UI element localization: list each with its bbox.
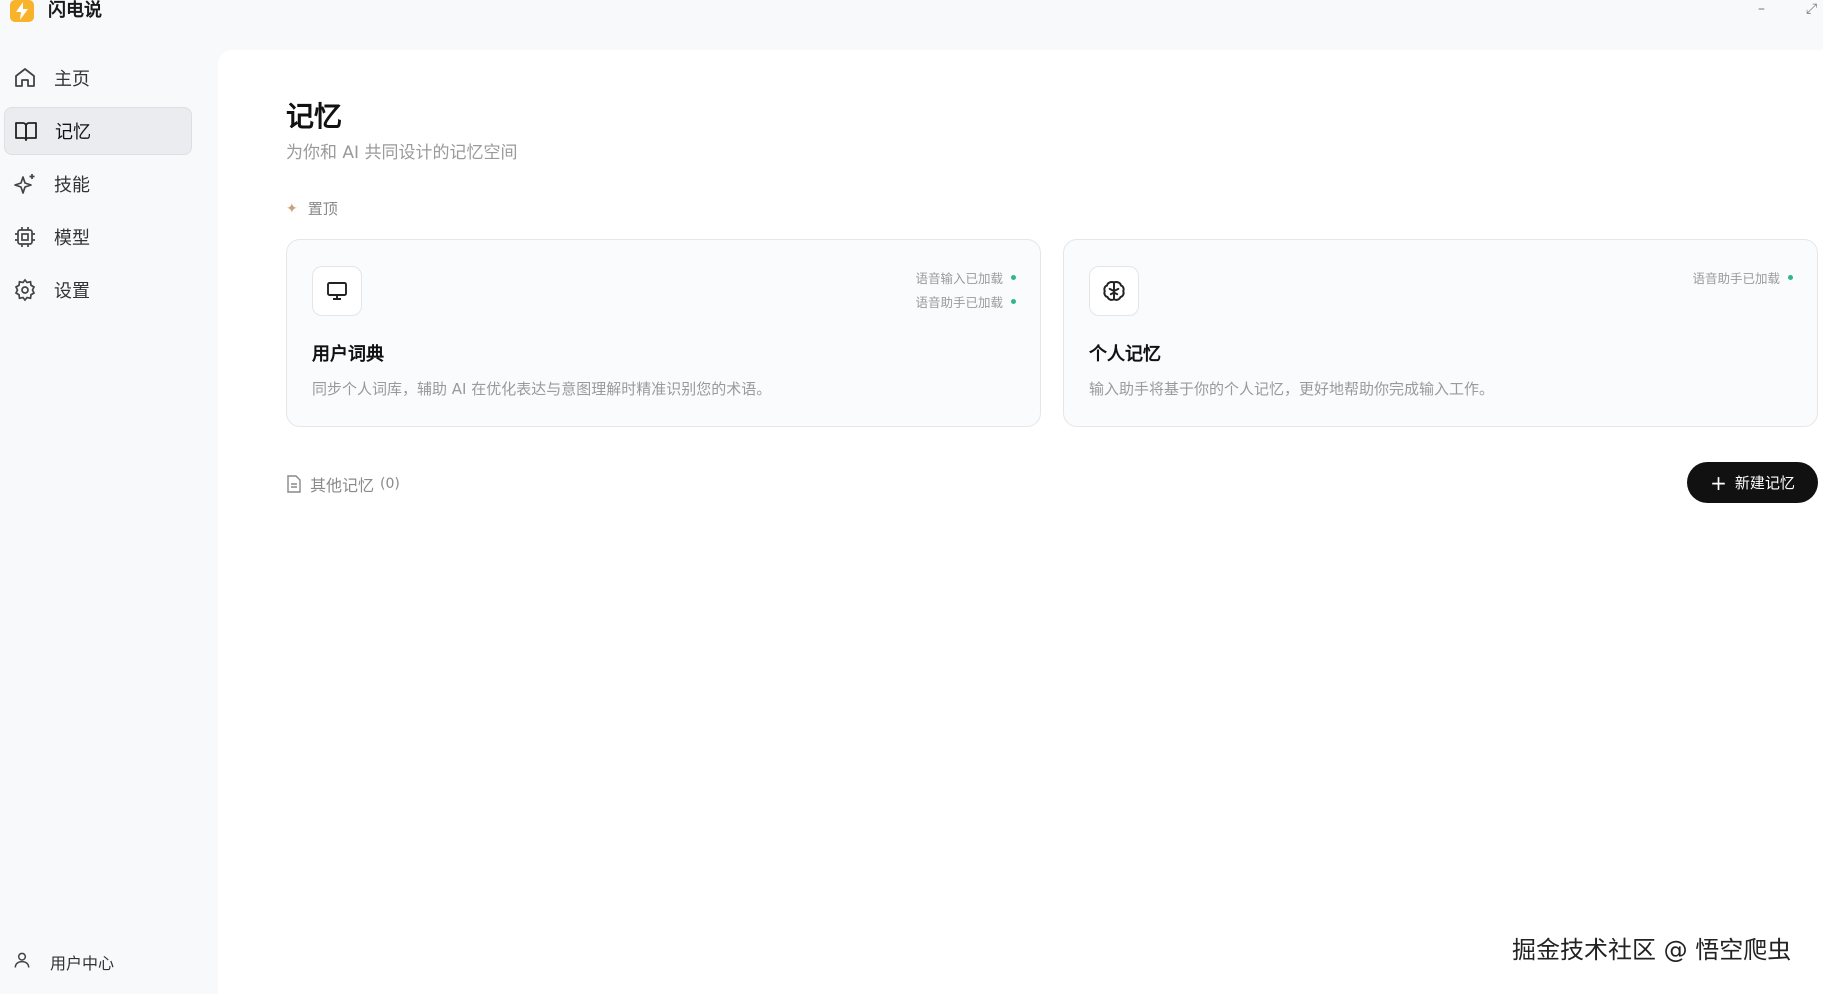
sidebar: 主页 记忆 技能 模型 设置 用户中心: [0, 50, 218, 994]
status-text: 语音助手已加载: [1692, 271, 1780, 286]
card-title: 个人记忆: [1089, 344, 1161, 365]
document-icon: [286, 475, 302, 493]
home-icon: [12, 65, 38, 91]
plus-icon: +: [1710, 470, 1727, 495]
maximize-button[interactable]: ⤢: [1806, 0, 1817, 18]
page-title: 记忆: [286, 100, 343, 133]
user-center-label: 用户中心: [50, 954, 115, 973]
main-content: 记忆 为你和 AI 共同设计的记忆空间 ✦ 置顶 语音输入已加载 语音助手已加载…: [218, 50, 1823, 994]
sidebar-item-memory[interactable]: 记忆: [4, 107, 192, 155]
minimize-button[interactable]: –: [1758, 0, 1765, 18]
sidebar-item-label: 技能: [54, 175, 90, 196]
new-memory-button[interactable]: + 新建记忆: [1687, 462, 1818, 503]
status-badge: 语音输入已加载: [915, 268, 1016, 287]
sidebar-item-label: 主页: [54, 69, 90, 90]
gear-icon: [12, 277, 38, 303]
status-badge: 语音助手已加载: [915, 292, 1016, 311]
sidebar-item-skills[interactable]: 技能: [4, 160, 192, 208]
sidebar-item-settings[interactable]: 设置: [4, 266, 192, 314]
other-memories-count: (0): [380, 476, 400, 492]
memory-card-personal-memory[interactable]: 语音助手已加载 个人记忆 输入助手将基于你的个人记忆，更好地帮助你完成输入工作。: [1063, 239, 1818, 427]
chip-icon: [12, 224, 38, 250]
watermark: 掘金技术社区 @ 悟空爬虫: [1512, 936, 1792, 964]
new-memory-label: 新建记忆: [1734, 474, 1795, 492]
status-dot: [1011, 299, 1016, 304]
book-icon: [13, 118, 39, 144]
other-memories-label: 其他记忆: [310, 476, 375, 495]
card-description: 同步个人词库，辅助 AI 在优化表达与意图理解时精准识别您的术语。: [312, 380, 772, 398]
lightning-logo-icon: [10, 0, 34, 22]
sidebar-item-models[interactable]: 模型: [4, 213, 192, 261]
sidebar-item-label: 设置: [54, 281, 90, 302]
sparkles-icon: [12, 171, 38, 197]
status-text: 语音助手已加载: [915, 295, 1003, 310]
app-name: 闪电说: [48, 0, 102, 21]
user-icon: [12, 950, 32, 974]
sidebar-item-label: 记忆: [55, 122, 91, 143]
pinned-section-header: ✦ 置顶: [286, 198, 338, 219]
user-center-button[interactable]: 用户中心: [12, 950, 114, 974]
status-text: 语音输入已加载: [915, 271, 1003, 286]
status-dot: [1011, 275, 1016, 280]
status-badge: 语音助手已加载: [1692, 268, 1793, 287]
brain-icon: [1089, 266, 1139, 316]
memory-card-user-dictionary[interactable]: 语音输入已加载 语音助手已加载 用户词典 同步个人词库，辅助 AI 在优化表达与…: [286, 239, 1041, 427]
page-subtitle: 为你和 AI 共同设计的记忆空间: [286, 143, 518, 163]
card-title: 用户词典: [312, 344, 384, 365]
card-description: 输入助手将基于你的个人记忆，更好地帮助你完成输入工作。: [1089, 380, 1495, 398]
monitor-icon: [312, 266, 362, 316]
other-memories-header: 其他记忆 (0): [286, 472, 400, 496]
pinned-label: 置顶: [307, 200, 338, 218]
sidebar-item-home[interactable]: 主页: [4, 54, 192, 102]
status-dot: [1788, 275, 1793, 280]
sparkle-icon: ✦: [286, 200, 298, 217]
title-bar: 闪电说 – ⤢: [0, 0, 1823, 50]
sidebar-item-label: 模型: [54, 228, 90, 249]
